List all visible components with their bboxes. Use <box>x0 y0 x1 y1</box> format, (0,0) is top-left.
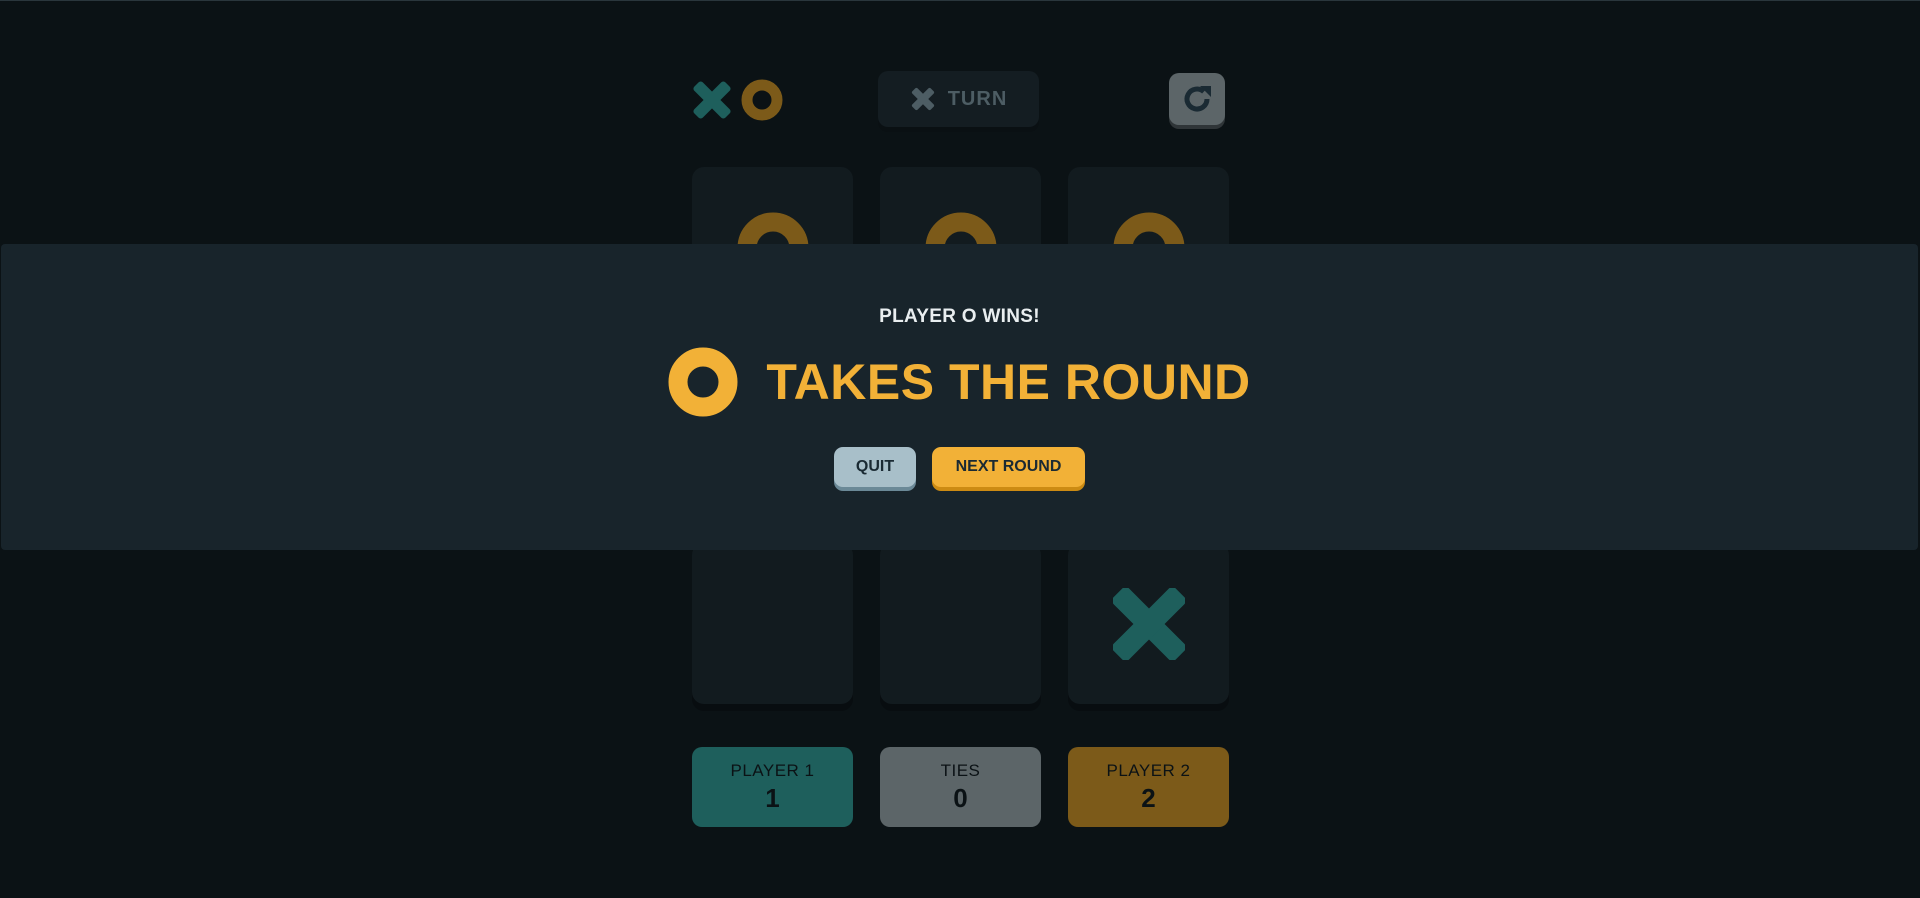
score-player-2: PLAYER 2 2 <box>1068 747 1229 827</box>
scoreboard: PLAYER 1 1 TIES 0 PLAYER 2 2 <box>692 747 1229 827</box>
score-ties-label: TIES <box>940 760 981 780</box>
score-player-1-label: PLAYER 1 <box>730 760 815 780</box>
round-result-modal: PLAYER O WINS! TAKES THE ROUND QUIT NEXT… <box>1 244 1918 550</box>
score-player-1-value: 1 <box>765 782 780 813</box>
board-cell[interactable] <box>880 543 1041 704</box>
board-cell[interactable] <box>692 543 853 704</box>
score-player-2-value: 2 <box>1141 782 1156 813</box>
turn-x-icon <box>911 87 934 111</box>
score-ties-value: 0 <box>953 782 968 813</box>
turn-label: TURN <box>947 87 1008 110</box>
score-ties: TIES 0 <box>880 747 1041 827</box>
result-row: TAKES THE ROUND <box>1 346 1918 418</box>
logo-o-icon <box>741 79 783 121</box>
logo-x-icon <box>693 81 731 119</box>
quit-button[interactable]: QUIT <box>834 447 916 487</box>
board-cell[interactable] <box>1068 543 1229 704</box>
result-text: PLAYER O WINS! <box>879 306 1040 327</box>
score-player-2-label: PLAYER 2 <box>1106 760 1191 780</box>
logo <box>692 79 792 121</box>
score-player-1: PLAYER 1 1 <box>692 747 853 827</box>
result-title: TAKES THE ROUND <box>766 354 1251 410</box>
winner-o-icon <box>668 347 738 417</box>
modal-actions: QUIT NEXT ROUND <box>1 447 1918 487</box>
top-bar: TURN <box>692 71 1229 131</box>
next-round-button[interactable]: NEXT ROUND <box>932 447 1085 487</box>
restart-button[interactable] <box>1169 73 1225 125</box>
game-container: TURN PLAYER 1 1 TIES 0 PLAYER 2 2 <box>692 71 1229 827</box>
turn-indicator: TURN <box>878 71 1039 127</box>
x-mark-icon <box>1112 587 1185 660</box>
page: TURN PLAYER 1 1 TIES 0 PLAYER 2 2 PLAYER… <box>0 0 1920 898</box>
winner-o-graphic <box>668 347 738 417</box>
restart-icon <box>1184 86 1211 112</box>
logo-graphic <box>693 79 783 121</box>
